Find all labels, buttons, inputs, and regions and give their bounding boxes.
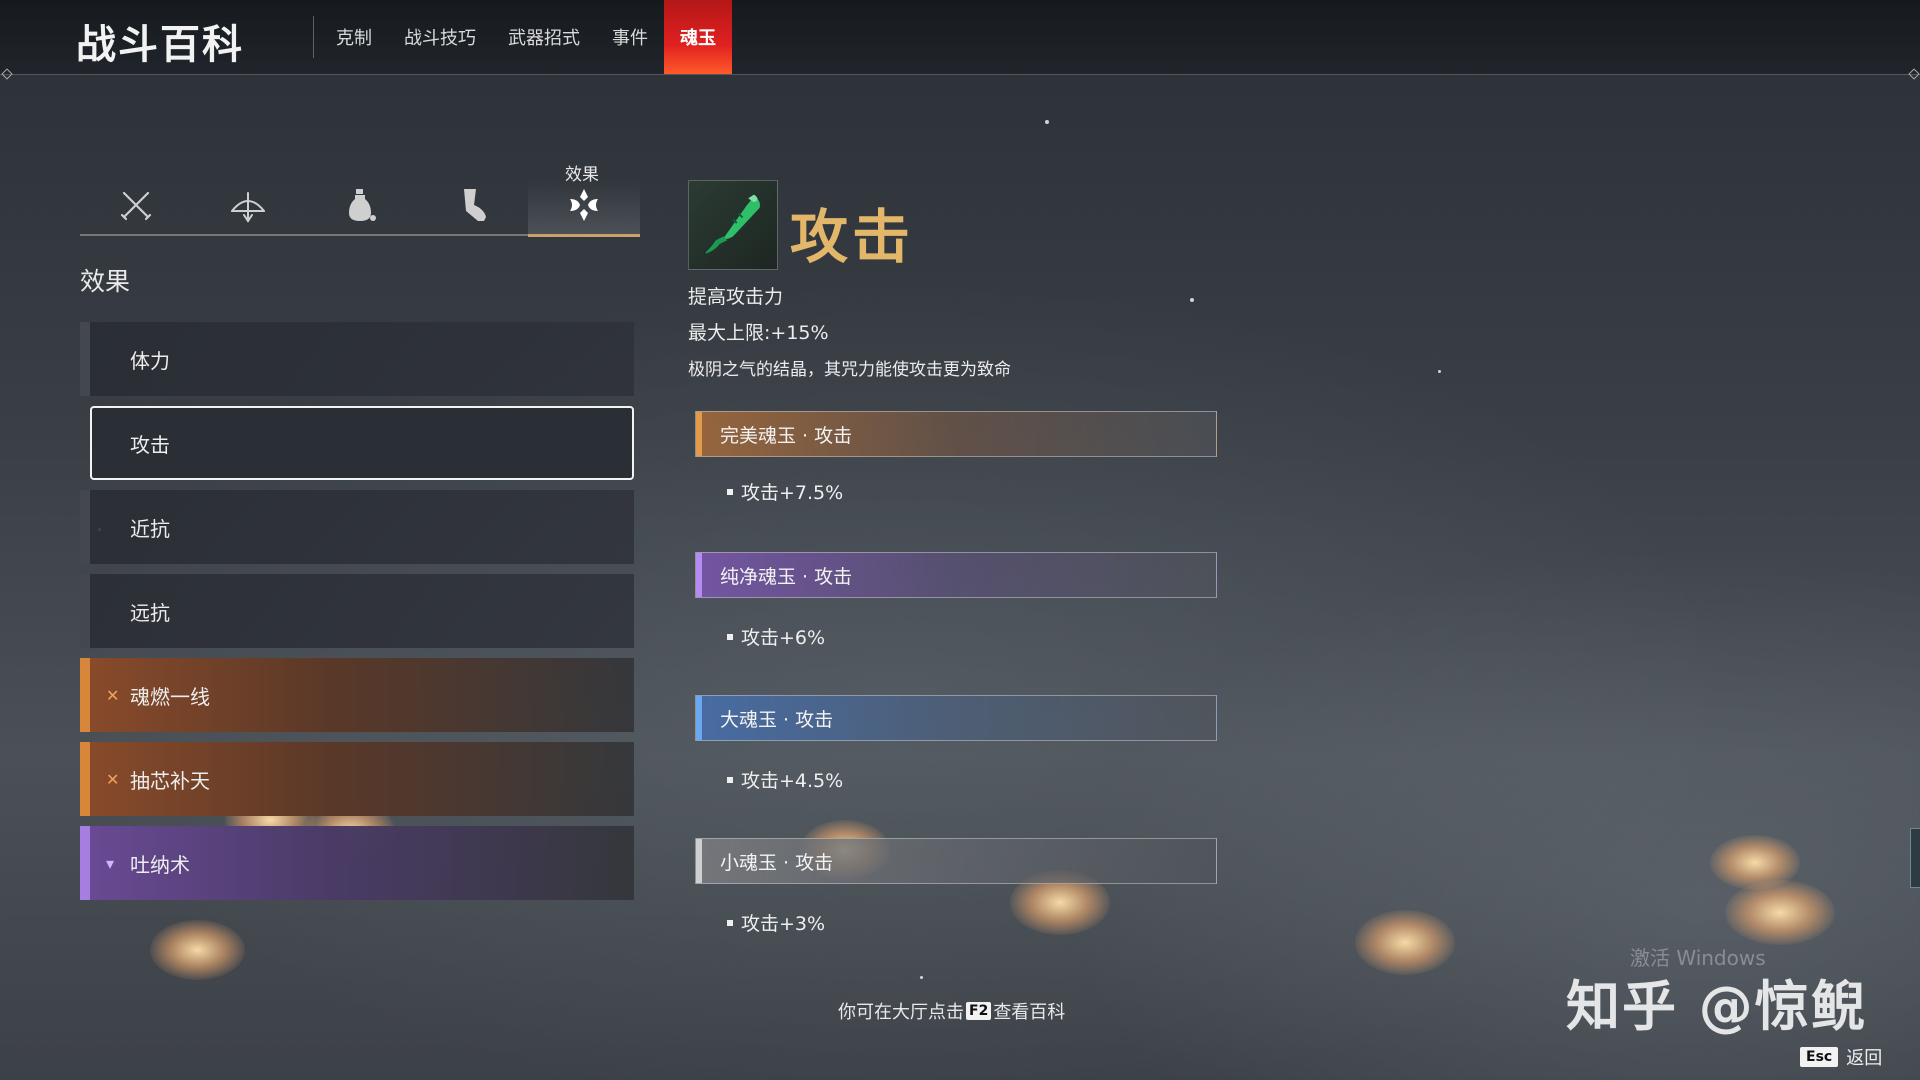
esc-key-badge: Esc — [1800, 1047, 1839, 1067]
tier-bonus: 攻击+7.5% — [727, 478, 843, 505]
tier-bonus: 攻击+6% — [727, 623, 825, 650]
star-decoration — [920, 976, 923, 979]
tier-edge — [696, 839, 702, 883]
f2-key-badge: F2 — [966, 1002, 992, 1020]
list-item-breathing[interactable]: ▾ 吐纳术 — [80, 826, 634, 900]
detail-flavor-text: 极阴之气的结晶，其咒力能使攻击更为致命 — [688, 360, 1011, 380]
list-item-label: 吐纳术 — [130, 852, 190, 877]
list-item-edge — [80, 574, 90, 648]
list-item-core-mend[interactable]: ✕ 抽芯补天 — [80, 742, 634, 816]
star-decoration — [1045, 120, 1049, 124]
list-item-stamina[interactable]: 体力 — [80, 322, 634, 396]
orange-rarity-icon: ✕ — [106, 686, 120, 705]
list-item-edge — [80, 658, 90, 732]
section-title: 效果 — [80, 267, 131, 296]
title-divider — [313, 16, 314, 58]
tier-perfect-header: 完美魂玉 · 攻击 — [695, 411, 1217, 457]
list-item-label: 抽芯补天 — [130, 768, 210, 793]
star-decoration — [1190, 298, 1194, 302]
lantern-decoration — [150, 920, 245, 980]
divider-ornament-right — [1908, 68, 1920, 80]
purple-rarity-icon: ▾ — [106, 854, 115, 873]
star-decoration — [1438, 370, 1441, 373]
main-tabs: 克制 战斗技巧 武器招式 事件 魂玉 — [320, 0, 732, 74]
category-tab-ranged[interactable] — [192, 180, 304, 234]
tab-counter[interactable]: 克制 — [320, 0, 388, 74]
list-item-edge — [80, 742, 90, 816]
tier-name: 完美魂玉 · 攻击 — [720, 424, 853, 447]
list-item-melee-resist[interactable]: 近抗 — [80, 490, 634, 564]
crossed-swords-icon — [116, 185, 156, 229]
boot-icon — [452, 185, 492, 229]
tier-pure-header: 纯净魂玉 · 攻击 — [695, 552, 1217, 598]
tier-name: 小魂玉 · 攻击 — [720, 851, 834, 874]
detail-description: 提高攻击力 — [688, 286, 784, 308]
effect-list: 体力 攻击 近抗 远抗 ✕ 魂燃一线 ✕ 抽芯补天 ▾ 吐纳术 — [80, 322, 634, 910]
tier-edge — [696, 412, 702, 456]
tab-combat-skills[interactable]: 战斗技巧 — [388, 0, 492, 74]
list-item-ranged-resist[interactable]: 远抗 — [80, 574, 634, 648]
detail-title: 攻击 — [790, 203, 915, 271]
list-item-label: 远抗 — [130, 600, 170, 625]
tier-bonus: 攻击+3% — [727, 909, 825, 936]
jade-blade-icon — [688, 180, 778, 270]
category-tab-effects[interactable] — [528, 180, 640, 237]
category-tab-equipment[interactable] — [416, 180, 528, 234]
divider-ornament-left — [1, 68, 13, 80]
tier-small-header: 小魂玉 · 攻击 — [695, 838, 1217, 884]
hint-text-before: 你可在大厅点击 — [838, 1002, 964, 1023]
list-item-edge — [80, 322, 90, 396]
tab-events[interactable]: 事件 — [596, 0, 664, 74]
orange-rarity-icon: ✕ — [106, 770, 120, 789]
list-item-label: 魂燃一线 — [130, 684, 210, 709]
tier-bonus: 攻击+4.5% — [727, 766, 843, 793]
list-item-soul-burn[interactable]: ✕ 魂燃一线 — [80, 658, 634, 732]
lantern-decoration — [1355, 910, 1455, 975]
list-item-label: 体力 — [130, 348, 170, 373]
list-item-attack[interactable]: 攻击 — [90, 406, 634, 480]
tier-large-header: 大魂玉 · 攻击 — [695, 695, 1217, 741]
tab-soul-jade[interactable]: 魂玉 — [664, 0, 732, 74]
side-handle[interactable] — [1910, 828, 1920, 888]
zhihu-watermark: 知乎 @惊鲵 — [1566, 975, 1867, 1038]
category-tab-consumables[interactable] — [304, 180, 416, 234]
list-item-label: 攻击 — [130, 432, 170, 457]
list-item-edge — [80, 490, 90, 564]
gourd-bottle-icon — [340, 185, 380, 229]
top-bar: 战斗百科 克制 战斗技巧 武器招式 事件 魂玉 — [0, 0, 1920, 80]
lantern-decoration — [1725, 880, 1835, 945]
back-button[interactable]: Esc 返回 — [1800, 1044, 1882, 1070]
category-tabs — [80, 180, 640, 237]
detail-max-limit: 最大上限:+15% — [688, 322, 829, 344]
list-item-label: 近抗 — [130, 516, 170, 541]
footer-hint: 你可在大厅点击 F2 查看百科 — [838, 998, 1065, 1024]
tier-name: 大魂玉 · 攻击 — [720, 708, 834, 731]
hint-text-after: 查看百科 — [993, 1002, 1066, 1023]
page-title: 战斗百科 — [76, 22, 244, 68]
tier-name: 纯净魂玉 · 攻击 — [720, 565, 853, 588]
category-tab-weapons[interactable] — [80, 180, 192, 234]
list-item-edge — [80, 826, 90, 900]
back-label: 返回 — [1846, 1048, 1883, 1069]
soul-jade-effect-icon — [564, 185, 604, 229]
tab-weapon-moves[interactable]: 武器招式 — [492, 0, 596, 74]
bow-icon — [228, 185, 268, 229]
tier-edge — [696, 553, 702, 597]
tier-edge — [696, 696, 702, 740]
